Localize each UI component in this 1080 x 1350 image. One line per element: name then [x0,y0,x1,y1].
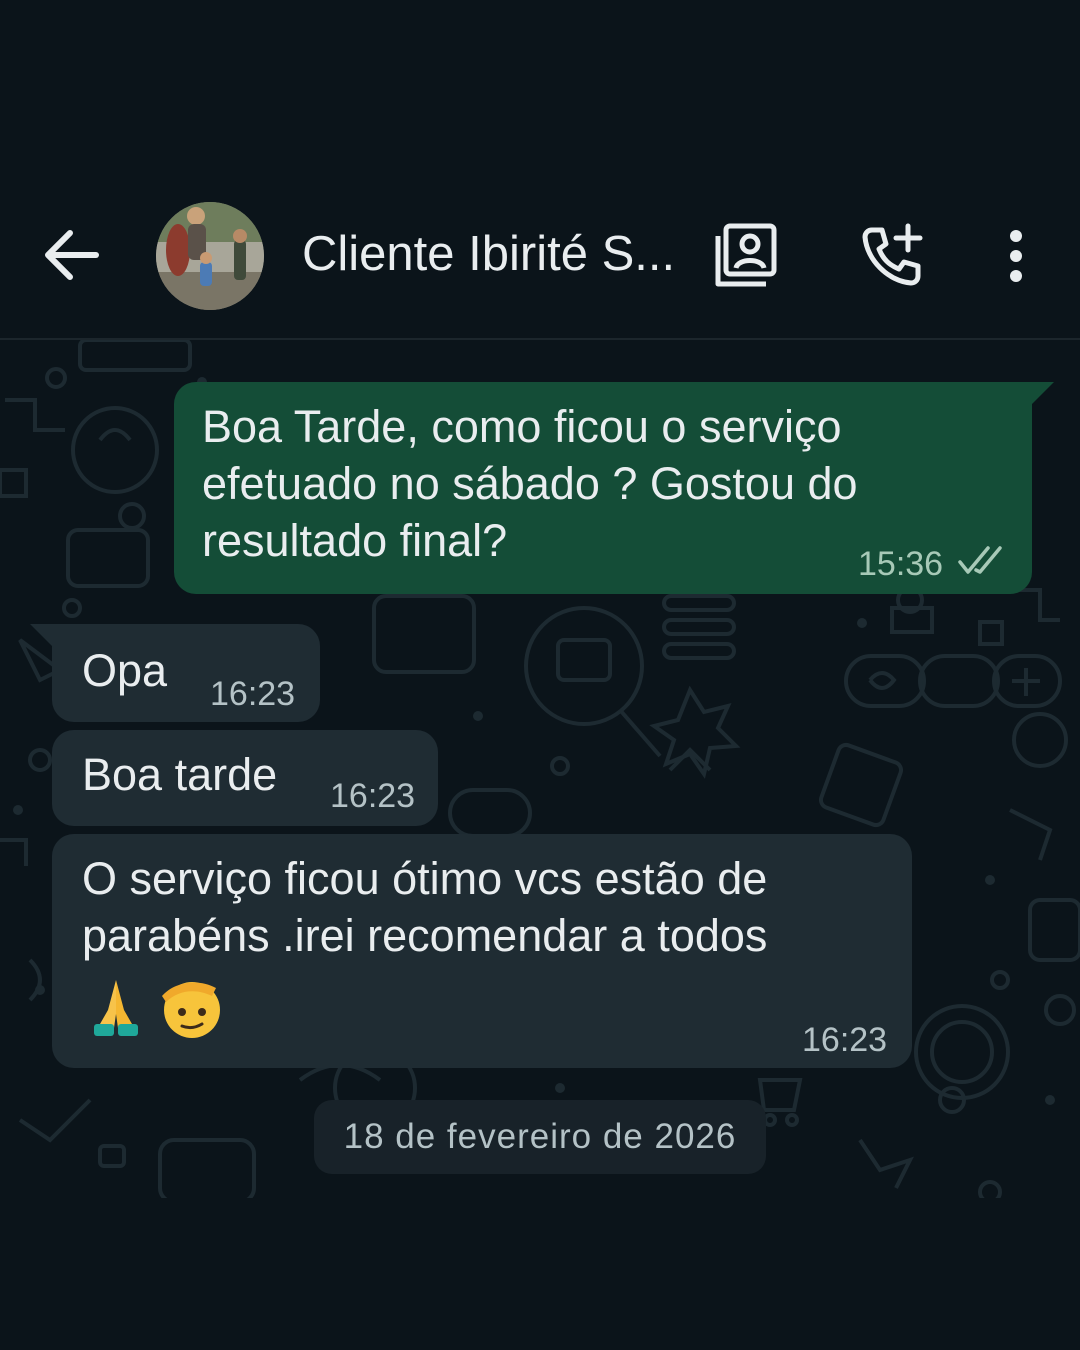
bubble-tail [1030,382,1054,406]
incoming-message[interactable]: Boa tarde 16:23 [52,730,438,826]
date-separator: 18 de fevereiro de 2026 [314,1100,766,1174]
bubble-tail [30,624,54,648]
message-text: O serviço ficou ótimo vcs estão de parab… [82,853,768,961]
chat-area[interactable]: Boa Tarde, como ficou o serviço efetuado… [0,340,1080,1198]
message-time: 16:23 [210,675,296,713]
contact-card-button[interactable] [712,222,780,290]
folded-hands-emoji-icon [94,980,138,1036]
incoming-message[interactable]: O serviço ficou ótimo vcs estão de parab… [52,834,912,1068]
contact-name[interactable]: Cliente Ibirité S... [302,222,692,286]
chat-header: Cliente Ibirité S... [0,160,1080,340]
incoming-message[interactable]: Opa 16:23 [52,624,320,722]
saluting-face-emoji-icon [162,982,220,1038]
message-time: 16:23 [330,777,416,815]
message-text: Opa [82,645,168,696]
add-call-button[interactable] [858,222,926,290]
avatar[interactable] [156,202,264,310]
back-button[interactable] [40,223,104,287]
message-time: 15:36 [858,545,944,583]
message-text: Boa tarde [82,749,278,800]
outgoing-message[interactable]: Boa Tarde, como ficou o serviço efetuado… [174,382,1032,594]
message-emojis [86,974,236,1044]
bottom-area [0,1198,1080,1350]
date-separator-text: 18 de fevereiro de 2026 [343,1117,737,1156]
more-vertical-icon [1010,230,1022,282]
double-check-icon [958,546,1002,574]
more-options-button[interactable] [996,222,1036,290]
phone-plus-icon [862,223,923,286]
arrow-left-icon [45,230,99,280]
contact-card-icon [715,223,777,287]
message-time: 16:23 [802,1021,888,1059]
status-bar-area [0,0,1080,160]
